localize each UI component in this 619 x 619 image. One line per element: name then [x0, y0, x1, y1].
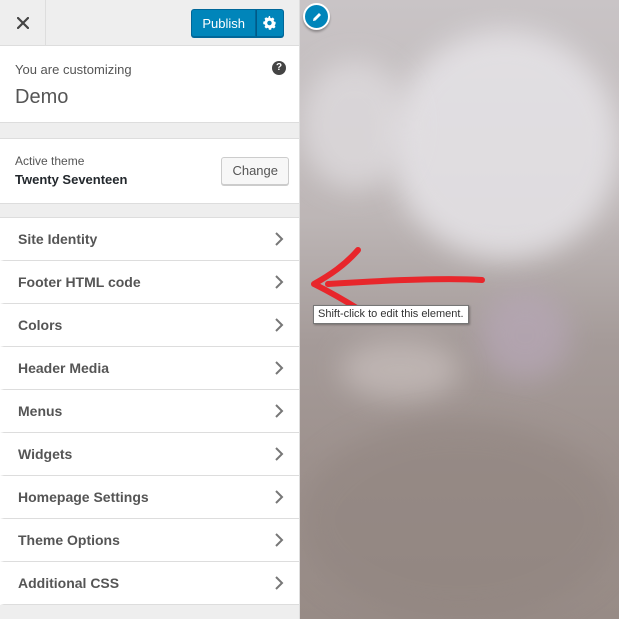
background-blur	[390, 30, 619, 260]
edit-shortcut-button[interactable]	[303, 3, 330, 30]
chevron-right-icon	[275, 232, 284, 246]
customizer-app: Publish You are customizing Demo ? Activ…	[0, 0, 619, 619]
publish-group: Publish	[191, 9, 284, 37]
section-label: Widgets	[18, 446, 73, 462]
chevron-right-icon	[275, 576, 284, 590]
active-theme-panel: Active theme Twenty Seventeen Change	[0, 138, 299, 204]
section-additional-css[interactable]: Additional CSS	[0, 562, 299, 605]
section-label: Footer HTML code	[18, 274, 141, 290]
section-label: Site Identity	[18, 231, 98, 247]
section-list: Site Identity Footer HTML code Colors He…	[0, 217, 299, 605]
section-theme-options[interactable]: Theme Options	[0, 519, 299, 562]
section-footer-html-code[interactable]: Footer HTML code	[0, 261, 299, 304]
theme-name: Twenty Seventeen	[15, 172, 128, 187]
edit-tooltip: Shift-click to edit this element.	[313, 305, 469, 324]
section-label: Additional CSS	[18, 575, 120, 591]
section-site-identity[interactable]: Site Identity	[0, 218, 299, 261]
section-label: Header Media	[18, 360, 110, 376]
background-blur	[480, 290, 570, 380]
customizing-info: You are customizing Demo ?	[0, 46, 299, 123]
chevron-right-icon	[275, 490, 284, 504]
active-theme-label: Active theme	[15, 154, 85, 168]
chevron-right-icon	[275, 318, 284, 332]
publish-button[interactable]: Publish	[191, 9, 256, 37]
close-icon	[16, 16, 29, 29]
section-label: Homepage Settings	[18, 489, 149, 505]
close-button[interactable]	[0, 0, 46, 45]
chevron-right-icon	[275, 447, 284, 461]
section-colors[interactable]: Colors	[0, 304, 299, 347]
section-menus[interactable]: Menus	[0, 390, 299, 433]
section-widgets[interactable]: Widgets	[0, 433, 299, 476]
background-blur	[340, 340, 460, 400]
change-theme-button[interactable]: Change	[221, 157, 289, 185]
section-header-media[interactable]: Header Media	[0, 347, 299, 390]
pencil-icon	[312, 12, 321, 21]
chevron-right-icon	[275, 275, 284, 289]
site-name: Demo	[15, 86, 69, 108]
section-homepage-settings[interactable]: Homepage Settings	[0, 476, 299, 519]
chevron-right-icon	[275, 404, 284, 418]
chevron-right-icon	[275, 533, 284, 547]
publish-settings-button[interactable]	[256, 9, 284, 37]
background-blur	[300, 420, 619, 619]
section-label: Menus	[18, 403, 63, 419]
section-label: Theme Options	[18, 532, 120, 548]
customizing-label: You are customizing	[15, 62, 132, 77]
customizer-sidebar: Publish You are customizing Demo ? Activ…	[0, 0, 300, 619]
customizer-header: Publish	[0, 0, 299, 46]
gear-icon	[263, 16, 276, 30]
background-blur	[300, 60, 410, 190]
chevron-right-icon	[275, 361, 284, 375]
help-icon[interactable]: ?	[272, 61, 286, 75]
section-label: Colors	[18, 317, 63, 333]
